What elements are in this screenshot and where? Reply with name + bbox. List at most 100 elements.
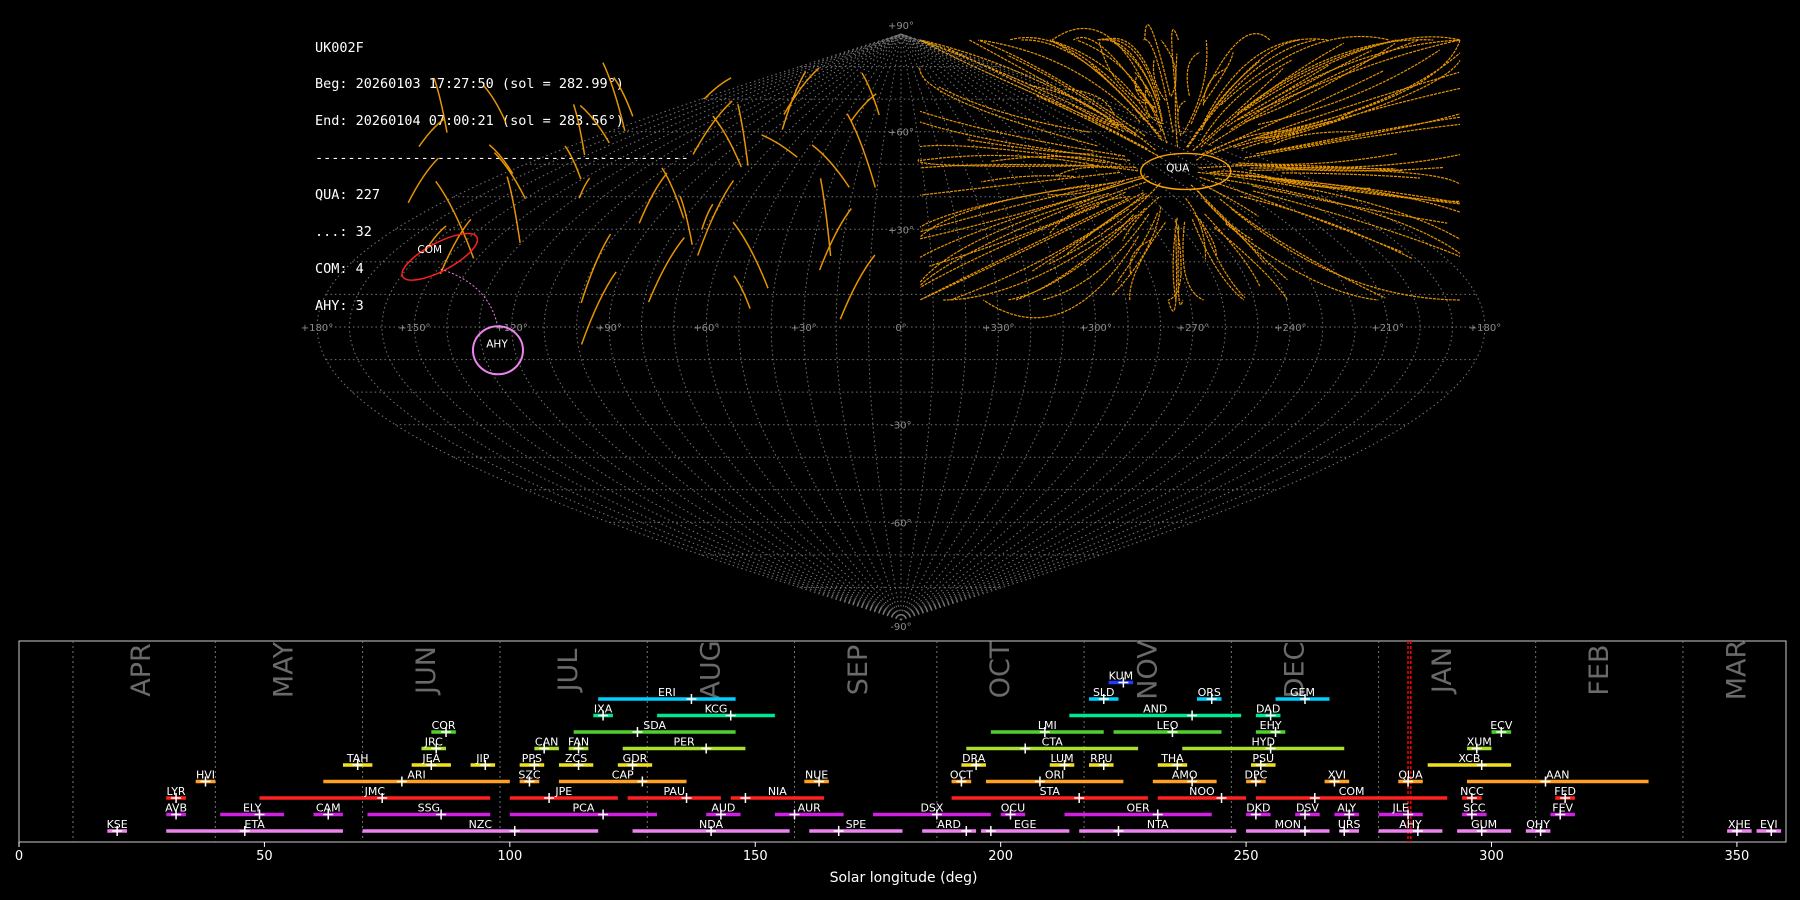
- latitude-tick-label: +90°: [888, 21, 914, 32]
- shower-label: SPE: [846, 818, 867, 831]
- x-axis-tick-label: 300: [1479, 849, 1504, 864]
- month-label: MAY: [269, 641, 300, 698]
- longitude-tick-label: 0°: [895, 323, 906, 334]
- shower-label: SZC: [518, 769, 541, 782]
- latitude-tick-label: +60°: [888, 128, 914, 139]
- radiant-label: COM: [417, 244, 442, 256]
- com-radiant-ellipse: [401, 232, 479, 281]
- shower-label: NIA: [768, 785, 787, 798]
- shower-label: ECV: [1490, 719, 1513, 732]
- longitude-tick-label: +300°: [1079, 323, 1111, 334]
- longitude-tick-label: +180°: [301, 323, 333, 334]
- latitude-tick-label: -30°: [890, 421, 911, 432]
- shower-label: NOO: [1189, 785, 1215, 798]
- longitude-tick-label: +270°: [1177, 323, 1209, 334]
- x-axis-tick-label: 0: [15, 849, 23, 864]
- shower-label: FED: [1554, 785, 1576, 798]
- shower-label: DSV: [1296, 802, 1319, 815]
- shower-label: CAM: [316, 802, 341, 815]
- shower-label: NCC: [1460, 785, 1484, 798]
- shower-label: NDA: [699, 818, 724, 831]
- shower-label: COR: [432, 719, 456, 732]
- shower-label: LEO: [1157, 719, 1179, 732]
- shower-label: EGE: [1014, 818, 1036, 831]
- longitude-tick-label: +150°: [398, 323, 430, 334]
- shower-label: MON: [1275, 818, 1301, 831]
- shower-label: PPS: [522, 752, 542, 765]
- shower-label: JIP: [475, 752, 489, 765]
- shower-label: GUM: [1471, 818, 1497, 831]
- longitude-tick-label: +210°: [1371, 323, 1403, 334]
- shower-label: JPE: [554, 785, 572, 798]
- shower-label: PER: [673, 736, 695, 749]
- x-axis-tick-label: 50: [256, 849, 273, 864]
- month-label: JAN: [1427, 647, 1458, 695]
- latitude-tick-label: -60°: [890, 518, 911, 529]
- shower-label: NTA: [1147, 818, 1169, 831]
- x-axis-tick-label: 150: [743, 849, 768, 864]
- shower-label: ZCS: [565, 752, 587, 765]
- meteor-chart: +90° +60° +30° -30° -60° -90° +180° +150° +120° +…: [15, 21, 1787, 886]
- month-label: JUN: [411, 646, 442, 696]
- latitude-tick-label: -90°: [890, 622, 911, 633]
- shower-label: ORS: [1198, 686, 1221, 699]
- shower-label: AMO: [1172, 769, 1198, 782]
- shower-label: AHY: [1399, 818, 1422, 831]
- shower-label: DKD: [1246, 802, 1270, 815]
- shower-label: AUR: [798, 802, 822, 815]
- shower-label: COM: [1339, 785, 1365, 798]
- shower-label: XUM: [1467, 736, 1492, 749]
- shower-label: ETA: [244, 818, 265, 831]
- shower-label: AND: [1143, 703, 1167, 716]
- shower-label: URS: [1338, 818, 1361, 831]
- shower-label: GDR: [623, 752, 648, 765]
- shower-label: OCU: [1001, 802, 1025, 815]
- longitude-tick-label: +120°: [495, 323, 527, 334]
- shower-label: CAN: [535, 736, 558, 749]
- shower-label: PCA: [573, 802, 595, 815]
- shower-label: PAU: [664, 785, 686, 798]
- longitude-tick-label: +240°: [1274, 323, 1306, 334]
- longitude-tick-label: +60°: [693, 323, 719, 334]
- month-label: OCT: [985, 641, 1016, 698]
- ahy-meteor-trail: [439, 268, 498, 324]
- shower-label: XVI: [1328, 769, 1346, 782]
- shower-label: JRC: [424, 736, 443, 749]
- shower-label: SLD: [1093, 686, 1115, 699]
- shower-label: KSE: [107, 818, 128, 831]
- longitude-tick-label: +30°: [791, 323, 817, 334]
- latitude-tick-label: +30°: [888, 225, 914, 236]
- shower-label: ARD: [937, 818, 961, 831]
- x-axis-tick-label: 100: [497, 849, 522, 864]
- timeline-panel: APR MAY JUN JUL AUG SEP OCT NOV DEC JAN FEB MARKUME…: [15, 640, 1787, 886]
- x-axis-label: Solar longitude (deg): [830, 870, 978, 886]
- shower-label: EVI: [1760, 818, 1778, 831]
- longitude-tick-label: +180°: [1469, 323, 1501, 334]
- shower-label: ALY: [1337, 802, 1356, 815]
- radiant-label: AHY: [486, 338, 508, 350]
- shower-label: ELY: [243, 802, 262, 815]
- shower-label: THA: [1160, 752, 1184, 765]
- shower-label: ORI: [1045, 769, 1065, 782]
- shower-label: SSG: [418, 802, 441, 815]
- shower-label: NZC: [469, 818, 493, 831]
- month-label: FEB: [1584, 644, 1615, 695]
- month-label: NOV: [1132, 640, 1163, 700]
- shower-label: JMC: [364, 785, 386, 798]
- shower-label: OCT: [950, 769, 973, 782]
- shower-label: DRA: [962, 752, 986, 765]
- shower-label: TAH: [346, 752, 369, 765]
- shower-label: STA: [1040, 785, 1061, 798]
- month-label: AUG: [696, 640, 727, 699]
- x-axis-tick-label: 200: [988, 849, 1013, 864]
- shower-label: CTA: [1042, 736, 1064, 749]
- shower-label: DAD: [1256, 703, 1280, 716]
- shower-label: EHY: [1260, 719, 1282, 732]
- shower-label: XHE: [1728, 818, 1751, 831]
- shower-label: ERI: [658, 686, 676, 699]
- shower-label: HYD: [1252, 736, 1275, 749]
- shower-label: AUD: [711, 802, 735, 815]
- x-axis-tick-label: 250: [1234, 849, 1259, 864]
- shower-label: LMI: [1038, 719, 1057, 732]
- radiant-label: QUA: [1166, 162, 1190, 174]
